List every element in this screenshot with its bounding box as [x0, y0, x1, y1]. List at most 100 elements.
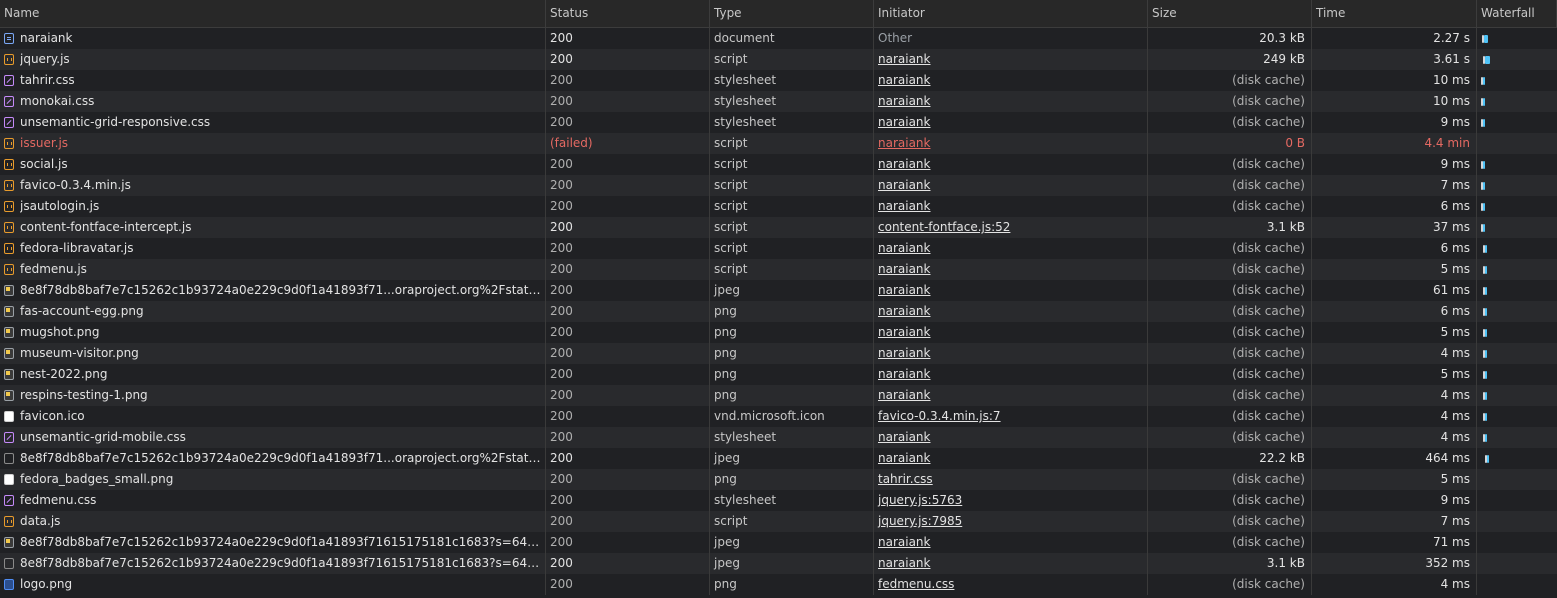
request-row[interactable]: fedmenu.css 200 stylesheet jquery.js:5763 (d… [0, 490, 1557, 511]
request-row[interactable]: tahrir.css 200 stylesheet naraiank (disk cac… [0, 70, 1557, 91]
request-row[interactable]: fedora_badges_small.png 200 png tahrir.css (… [0, 469, 1557, 490]
request-name-cell[interactable]: mugshot.png [0, 322, 546, 343]
request-row[interactable]: jsautologin.js 200 script naraiank (disk cac… [0, 196, 1557, 217]
initiator-link[interactable]: naraiank [878, 52, 931, 66]
request-name: mugshot.png [20, 325, 100, 339]
initiator-link[interactable]: naraiank [878, 325, 931, 339]
initiator-link[interactable]: naraiank [878, 115, 931, 129]
column-header-name[interactable]: Name [0, 0, 546, 27]
request-row[interactable]: social.js 200 script naraiank (disk cache) 9 … [0, 154, 1557, 175]
request-row[interactable]: mugshot.png 200 png naraiank (disk cache) 5 m… [0, 322, 1557, 343]
request-name-cell[interactable]: social.js [0, 154, 546, 175]
request-name-cell[interactable]: data.js [0, 511, 546, 532]
request-name-cell[interactable]: fedora-libravatar.js [0, 238, 546, 259]
request-row[interactable]: fedmenu.js 200 script naraiank (disk cache) 5… [0, 259, 1557, 280]
request-row[interactable]: fas-account-egg.png 200 png naraiank (disk c… [0, 301, 1557, 322]
initiator-link[interactable]: naraiank [878, 199, 931, 213]
request-row[interactable]: unsemantic-grid-responsive.css 200 stylesh… [0, 112, 1557, 133]
initiator-link[interactable]: jquery.js:5763 [878, 493, 962, 507]
initiator-link[interactable]: naraiank [878, 556, 931, 570]
initiator-link[interactable]: naraiank [878, 451, 931, 465]
request-row[interactable]: favicon.ico 200 vnd.microsoft.icon favico-0… [0, 406, 1557, 427]
request-row[interactable]: monokai.css 200 stylesheet naraiank (disk ca… [0, 91, 1557, 112]
request-row[interactable]: jquery.js 200 script naraiank 249 kB 3.61 s [0, 49, 1557, 70]
request-size: (disk cache) [1148, 427, 1312, 448]
request-initiator: naraiank [874, 364, 1148, 385]
request-row[interactable]: 8e8f78db8baf7e7c15262c1b93724a0e229c9d0f… [0, 280, 1557, 301]
request-name-cell[interactable]: naraiank [0, 28, 546, 49]
request-size: (disk cache) [1148, 511, 1312, 532]
request-row[interactable]: fedora-libravatar.js 200 script naraiank (di… [0, 238, 1557, 259]
initiator-link[interactable]: naraiank [878, 94, 931, 108]
request-name-cell[interactable]: respins-testing-1.png [0, 385, 546, 406]
initiator-link[interactable]: naraiank [878, 241, 931, 255]
request-time: 2.27 s [1312, 28, 1477, 49]
request-type: stylesheet [710, 91, 874, 112]
initiator-link[interactable]: fedmenu.css [878, 577, 954, 591]
request-name-cell[interactable]: favico-0.3.4.min.js [0, 175, 546, 196]
initiator-link[interactable]: tahrir.css [878, 472, 933, 486]
request-row[interactable]: data.js 200 script jquery.js:7985 (disk cach… [0, 511, 1557, 532]
request-name-cell[interactable]: 8e8f78db8baf7e7c15262c1b93724a0e229c9d0f… [0, 280, 546, 301]
request-name-cell[interactable]: favicon.ico [0, 406, 546, 427]
request-row[interactable]: naraiank 200 document Other 20.3 kB 2.27 s [0, 28, 1557, 49]
request-name: fedora-libravatar.js [20, 241, 134, 255]
initiator-link[interactable]: content-fontface.js:52 [878, 220, 1010, 234]
request-name-cell[interactable]: unsemantic-grid-responsive.css [0, 112, 546, 133]
request-row[interactable]: respins-testing-1.png 200 png naraiank (disk… [0, 385, 1557, 406]
request-row[interactable]: unsemantic-grid-mobile.css 200 stylesheet n… [0, 427, 1557, 448]
request-size: 3.1 kB [1148, 217, 1312, 238]
request-name-cell[interactable]: content-fontface-intercept.js [0, 217, 546, 238]
request-size: (disk cache) [1148, 238, 1312, 259]
request-name-cell[interactable]: 8e8f78db8baf7e7c15262c1b93724a0e229c9d0f… [0, 532, 546, 553]
initiator-link[interactable]: naraiank [878, 430, 931, 444]
initiator-link[interactable]: naraiank [878, 157, 931, 171]
initiator-link[interactable]: naraiank [878, 73, 931, 87]
initiator-link[interactable]: jquery.js:7985 [878, 514, 962, 528]
request-name-cell[interactable]: fedora_badges_small.png [0, 469, 546, 490]
request-name-cell[interactable]: issuer.js [0, 133, 546, 154]
initiator-link[interactable]: naraiank [878, 262, 931, 276]
initiator-link[interactable]: naraiank [878, 535, 931, 549]
request-name-cell[interactable]: unsemantic-grid-mobile.css [0, 427, 546, 448]
request-name-cell[interactable]: jquery.js [0, 49, 546, 70]
request-name-cell[interactable]: logo.png [0, 574, 546, 595]
request-row[interactable]: museum-visitor.png 200 png naraiank (disk ca… [0, 343, 1557, 364]
initiator-link[interactable]: naraiank [878, 136, 931, 150]
request-name-cell[interactable]: tahrir.css [0, 70, 546, 91]
initiator-link[interactable]: favico-0.3.4.min.js:7 [878, 409, 1001, 423]
request-name: logo.png [20, 577, 73, 591]
column-header-waterfall[interactable]: Waterfall [1477, 0, 1557, 27]
request-name-cell[interactable]: museum-visitor.png [0, 343, 546, 364]
initiator-link[interactable]: naraiank [878, 346, 931, 360]
column-header-status[interactable]: Status [546, 0, 710, 27]
initiator-link[interactable]: naraiank [878, 178, 931, 192]
request-row[interactable]: nest-2022.png 200 png naraiank (disk cache) 5… [0, 364, 1557, 385]
request-name-cell[interactable]: fedmenu.js [0, 259, 546, 280]
request-waterfall [1477, 112, 1557, 133]
initiator-link[interactable]: naraiank [878, 304, 931, 318]
initiator-link[interactable]: naraiank [878, 388, 931, 402]
request-name-cell[interactable]: fedmenu.css [0, 490, 546, 511]
request-name-cell[interactable]: 8e8f78db8baf7e7c15262c1b93724a0e229c9d0f… [0, 553, 546, 574]
column-header-time[interactable]: Time [1312, 0, 1477, 27]
initiator-link[interactable]: naraiank [878, 367, 931, 381]
column-header-size[interactable]: Size [1148, 0, 1312, 27]
request-row[interactable]: 8e8f78db8baf7e7c15262c1b93724a0e229c9d0f… [0, 448, 1557, 469]
column-header-type[interactable]: Type [710, 0, 874, 27]
initiator-link[interactable]: naraiank [878, 283, 931, 297]
column-header-initiator[interactable]: Initiator [874, 0, 1148, 27]
request-name-cell[interactable]: fas-account-egg.png [0, 301, 546, 322]
request-name-cell[interactable]: monokai.css [0, 91, 546, 112]
request-row[interactable]: content-fontface-intercept.js 200 script co… [0, 217, 1557, 238]
request-row[interactable]: favico-0.3.4.min.js 200 script naraiank (dis… [0, 175, 1557, 196]
request-name-cell[interactable]: 8e8f78db8baf7e7c15262c1b93724a0e229c9d0f… [0, 448, 546, 469]
request-row[interactable]: 8e8f78db8baf7e7c15262c1b93724a0e229c9d0f… [0, 532, 1557, 553]
request-row[interactable]: logo.png 200 png fedmenu.css (disk cache) 4 m… [0, 574, 1557, 595]
request-time: 71 ms [1312, 532, 1477, 553]
request-name-cell[interactable]: jsautologin.js [0, 196, 546, 217]
request-row[interactable]: 8e8f78db8baf7e7c15262c1b93724a0e229c9d0f… [0, 553, 1557, 574]
request-name-cell[interactable]: nest-2022.png [0, 364, 546, 385]
request-size: (disk cache) [1148, 259, 1312, 280]
request-row[interactable]: issuer.js (failed) script naraiank 0 B 4.4 mi… [0, 133, 1557, 154]
